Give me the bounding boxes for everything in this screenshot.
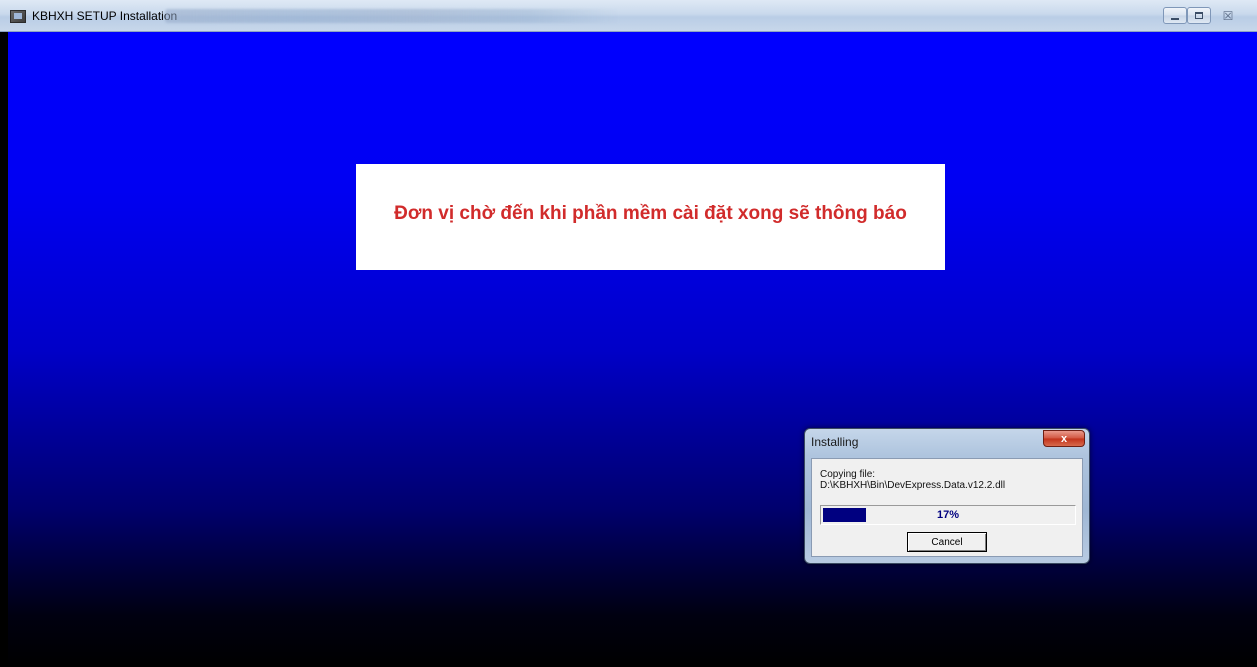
dialog-title: Installing <box>811 435 859 449</box>
installing-dialog: Installing x Copying file: D:\KBHXH\Bin\… <box>804 428 1090 564</box>
minimize-button[interactable] <box>1163 7 1187 24</box>
restore-icon <box>1195 12 1203 19</box>
restore-button[interactable] <box>1187 7 1211 24</box>
dialog-close-button[interactable]: x <box>1043 430 1085 447</box>
window-title: KBHXH SETUP Installation <box>32 9 178 23</box>
window-close-button[interactable]: ☒ <box>1215 7 1241 24</box>
notice-panel: Đơn vị chờ đến khi phần mềm cài đặt xong… <box>356 164 945 270</box>
window-left-edge <box>0 32 8 667</box>
minimize-icon <box>1171 17 1179 20</box>
setup-app-icon <box>10 10 26 23</box>
close-icon: ☒ <box>1222 8 1234 23</box>
notice-message: Đơn vị chờ đến khi phần mềm cài đặt xong… <box>394 203 907 224</box>
copy-file-path: D:\KBHXH\Bin\DevExpress.Data.v12.2.dll <box>820 480 1006 491</box>
blurred-taskbar-area <box>165 9 620 23</box>
installer-screen: KBHXH SETUP Installation ☒ Đơn vị chờ đế… <box>0 0 1257 667</box>
copy-status-label: Copying file: <box>820 469 876 480</box>
close-icon: x <box>1060 432 1068 445</box>
progress-percent-label: 17% <box>936 509 960 521</box>
cancel-button[interactable]: Cancel <box>907 532 987 552</box>
installer-background <box>8 32 1257 667</box>
window-title-bar[interactable]: KBHXH SETUP Installation ☒ <box>0 0 1257 32</box>
progress-bar: 17% <box>820 505 1076 525</box>
dialog-body: Copying file: D:\KBHXH\Bin\DevExpress.Da… <box>811 458 1083 557</box>
